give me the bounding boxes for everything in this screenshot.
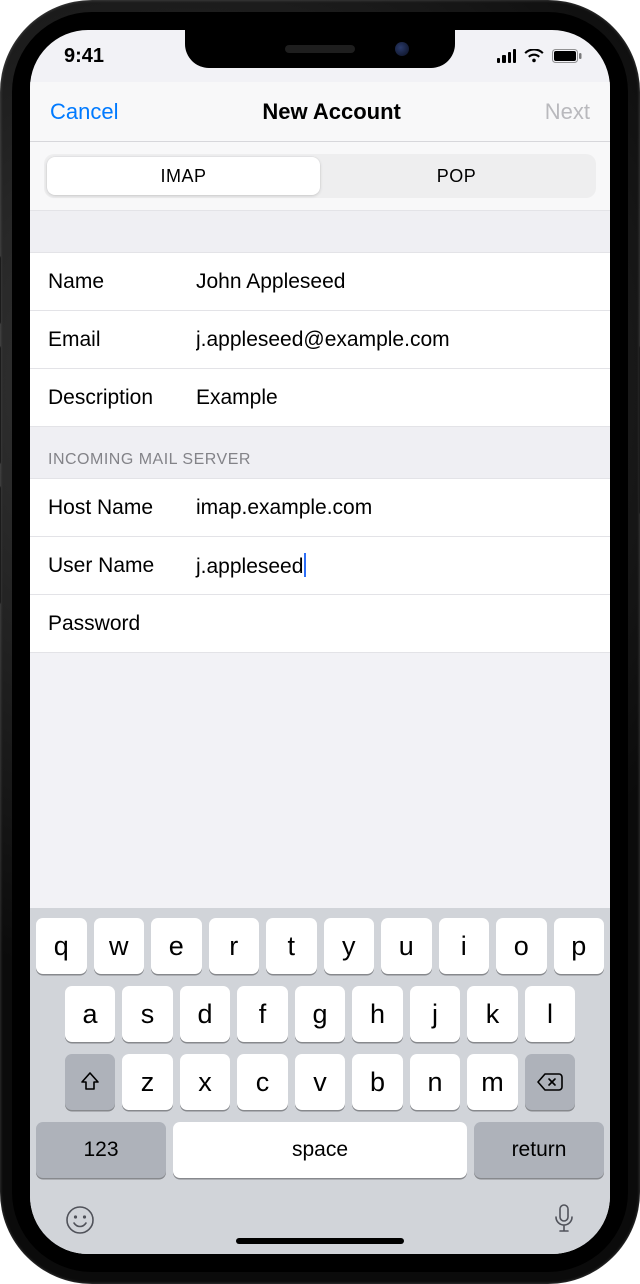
shift-key[interactable] xyxy=(65,1054,116,1110)
name-label: Name xyxy=(48,270,196,294)
numbers-key[interactable]: 123 xyxy=(36,1122,166,1178)
user-label: User Name xyxy=(48,554,196,578)
protocol-segmented-wrap: IMAP POP xyxy=(30,142,610,211)
name-field[interactable] xyxy=(196,270,592,294)
host-field[interactable] xyxy=(196,496,592,520)
incoming-group: Host Name User Name j.appleseed Password xyxy=(30,479,610,653)
protocol-segmented[interactable]: IMAP POP xyxy=(44,154,596,198)
key-i[interactable]: i xyxy=(439,918,490,974)
key-g[interactable]: g xyxy=(295,986,346,1042)
key-f[interactable]: f xyxy=(237,986,288,1042)
host-row[interactable]: Host Name xyxy=(30,479,610,537)
speaker-grille xyxy=(285,45,355,53)
volume-down-button xyxy=(0,485,1,605)
keyboard-row-4: 123 space return xyxy=(36,1122,604,1178)
dictation-icon[interactable] xyxy=(552,1203,576,1237)
key-b[interactable]: b xyxy=(352,1054,403,1110)
email-label: Email xyxy=(48,328,196,352)
account-group: Name Email Description xyxy=(30,253,610,427)
section-spacer xyxy=(30,211,610,253)
page-title: New Account xyxy=(262,99,401,125)
bezel: 9:41 Cancel New Account Next xyxy=(12,12,628,1272)
screen: 9:41 Cancel New Account Next xyxy=(30,30,610,1254)
key-c[interactable]: c xyxy=(237,1054,288,1110)
keyboard: qwertyuiop asdfghjkl zxcvbnm 123 space r… xyxy=(30,908,610,1254)
wifi-icon xyxy=(524,49,544,63)
key-r[interactable]: r xyxy=(209,918,260,974)
cancel-button[interactable]: Cancel xyxy=(50,99,118,125)
segment-pop[interactable]: POP xyxy=(320,157,593,195)
front-camera xyxy=(395,42,409,56)
key-v[interactable]: v xyxy=(295,1054,346,1110)
key-m[interactable]: m xyxy=(467,1054,518,1110)
description-field[interactable] xyxy=(196,386,592,410)
space-key[interactable]: space xyxy=(173,1122,467,1178)
key-h[interactable]: h xyxy=(352,986,403,1042)
key-d[interactable]: d xyxy=(180,986,231,1042)
key-k[interactable]: k xyxy=(467,986,518,1042)
return-key[interactable]: return xyxy=(474,1122,604,1178)
keyboard-row-2: asdfghjkl xyxy=(36,986,604,1042)
nav-bar: Cancel New Account Next xyxy=(30,82,610,142)
description-label: Description xyxy=(48,386,196,410)
key-w[interactable]: w xyxy=(94,918,145,974)
segment-imap[interactable]: IMAP xyxy=(47,157,320,195)
password-row[interactable]: Password xyxy=(30,595,610,653)
backspace-key[interactable] xyxy=(525,1054,576,1110)
status-time: 9:41 xyxy=(64,45,104,68)
cellular-icon xyxy=(497,49,516,63)
phone-frame: 9:41 Cancel New Account Next xyxy=(0,0,640,1284)
host-label: Host Name xyxy=(48,496,196,520)
key-u[interactable]: u xyxy=(381,918,432,974)
key-a[interactable]: a xyxy=(65,986,116,1042)
key-e[interactable]: e xyxy=(151,918,202,974)
description-row[interactable]: Description xyxy=(30,369,610,427)
email-field[interactable] xyxy=(196,328,592,352)
emoji-icon[interactable] xyxy=(64,1204,96,1236)
user-field[interactable]: j.appleseed xyxy=(196,553,592,579)
keyboard-row-1: qwertyuiop xyxy=(36,918,604,974)
ringer-switch xyxy=(0,255,1,325)
key-z[interactable]: z xyxy=(122,1054,173,1110)
home-indicator[interactable] xyxy=(236,1238,404,1244)
next-button[interactable]: Next xyxy=(545,99,590,125)
name-row[interactable]: Name xyxy=(30,253,610,311)
key-t[interactable]: t xyxy=(266,918,317,974)
password-label: Password xyxy=(48,612,196,636)
user-row[interactable]: User Name j.appleseed xyxy=(30,537,610,595)
key-j[interactable]: j xyxy=(410,986,461,1042)
notch xyxy=(185,30,455,68)
email-row[interactable]: Email xyxy=(30,311,610,369)
incoming-header: INCOMING MAIL SERVER xyxy=(30,427,610,479)
battery-icon xyxy=(552,49,582,63)
volume-up-button xyxy=(0,345,1,465)
key-y[interactable]: y xyxy=(324,918,375,974)
key-n[interactable]: n xyxy=(410,1054,461,1110)
keyboard-row-3: zxcvbnm xyxy=(36,1054,604,1110)
password-field[interactable] xyxy=(196,612,592,636)
key-o[interactable]: o xyxy=(496,918,547,974)
key-p[interactable]: p xyxy=(554,918,605,974)
key-q[interactable]: q xyxy=(36,918,87,974)
content: IMAP POP Name Email De xyxy=(30,142,610,653)
key-s[interactable]: s xyxy=(122,986,173,1042)
keyboard-footer xyxy=(36,1190,604,1254)
key-x[interactable]: x xyxy=(180,1054,231,1110)
key-l[interactable]: l xyxy=(525,986,576,1042)
text-cursor xyxy=(304,553,306,577)
